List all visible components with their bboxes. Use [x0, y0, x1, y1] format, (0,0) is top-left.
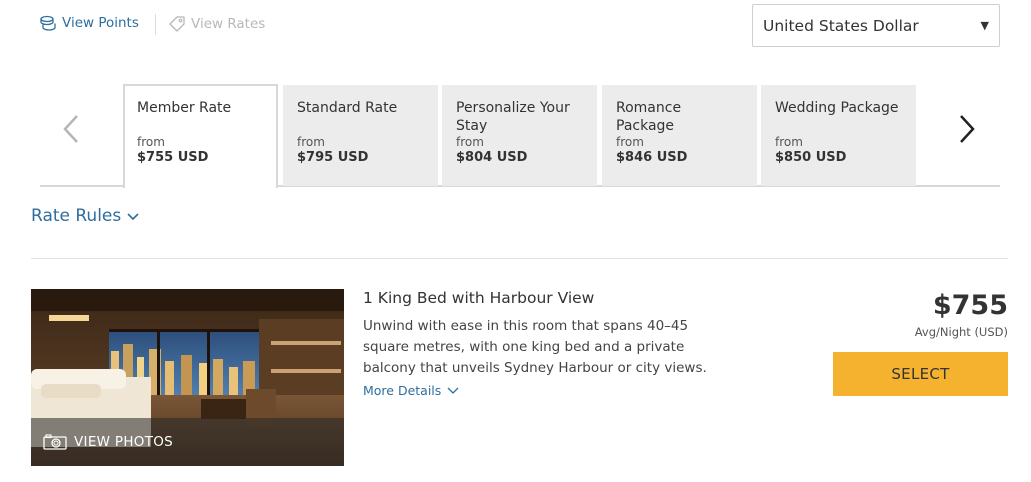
tab-wedding-package[interactable]: Wedding Package from $850 USD — [761, 85, 916, 186]
top-separator — [155, 14, 156, 35]
coins-icon — [40, 15, 56, 31]
view-rates-label: View Rates — [191, 16, 266, 32]
tabs-prev-button[interactable] — [56, 104, 86, 154]
more-details-label: More Details — [363, 383, 442, 398]
price-note: Avg/Night (USD) — [914, 325, 1008, 339]
tab-from-label: from — [137, 135, 165, 149]
tab-price: $850 USD — [775, 150, 847, 165]
tab-from-label: from — [616, 135, 644, 149]
view-points-link[interactable]: View Points — [39, 15, 139, 31]
view-photos-button[interactable]: VIEW PHOTOS — [31, 418, 344, 466]
room-price: $755 — [932, 290, 1008, 321]
view-rates-link[interactable]: View Rates — [168, 15, 265, 33]
chevron-left-icon — [63, 115, 78, 143]
tab-name: Standard Rate — [297, 100, 398, 116]
currency-select[interactable]: United States Dollar ▼ — [752, 4, 1000, 47]
more-details-link[interactable]: More Details — [363, 383, 459, 398]
room-description: Unwind with ease in this room that spans… — [363, 318, 707, 376]
tab-personalize-your-stay[interactable]: Personalize Your Stay from $804 USD — [442, 85, 597, 186]
tab-romance-package[interactable]: Romance Package from $846 USD — [602, 85, 757, 186]
tab-member-rate[interactable]: Member Rate from $755 USD — [123, 84, 278, 188]
rate-rules-label: Rate Rules — [31, 206, 122, 226]
tab-name: Member Rate — [137, 100, 232, 116]
view-points-label: View Points — [62, 15, 139, 31]
tab-price: $755 USD — [137, 150, 209, 165]
camera-icon — [43, 434, 67, 450]
tabs-next-button[interactable] — [952, 104, 982, 154]
tab-price: $804 USD — [456, 150, 528, 165]
chevron-down-icon — [447, 387, 459, 394]
tab-from-label: from — [297, 135, 325, 149]
tab-standard-rate[interactable]: Standard Rate from $795 USD — [283, 85, 438, 186]
tab-from-label: from — [775, 135, 803, 149]
tab-price: $846 USD — [616, 150, 688, 165]
tab-name: Romance Package — [616, 100, 682, 134]
room-photo[interactable]: VIEW PHOTOS — [31, 289, 344, 466]
rate-rules-toggle[interactable]: Rate Rules — [31, 206, 139, 226]
chevron-right-icon — [960, 115, 975, 143]
tab-from-label: from — [456, 135, 484, 149]
tab-name: Wedding Package — [775, 100, 899, 116]
select-button[interactable]: SELECT — [833, 352, 1008, 396]
dropdown-caret-icon: ▼ — [980, 19, 989, 32]
currency-selected-value: United States Dollar — [763, 16, 919, 35]
view-photos-label: VIEW PHOTOS — [74, 434, 174, 450]
room-title: 1 King Bed with Harbour View — [363, 289, 595, 307]
tab-name: Personalize Your Stay — [456, 100, 570, 134]
tab-price: $795 USD — [297, 150, 369, 165]
rate-tabs: Member Rate from $755 USD Standard Rate … — [0, 84, 1031, 188]
chevron-down-icon — [127, 213, 139, 221]
top-bar: View Points View Rates United States Dol… — [0, 0, 1031, 60]
section-divider — [31, 258, 1008, 259]
tag-icon — [169, 16, 185, 32]
